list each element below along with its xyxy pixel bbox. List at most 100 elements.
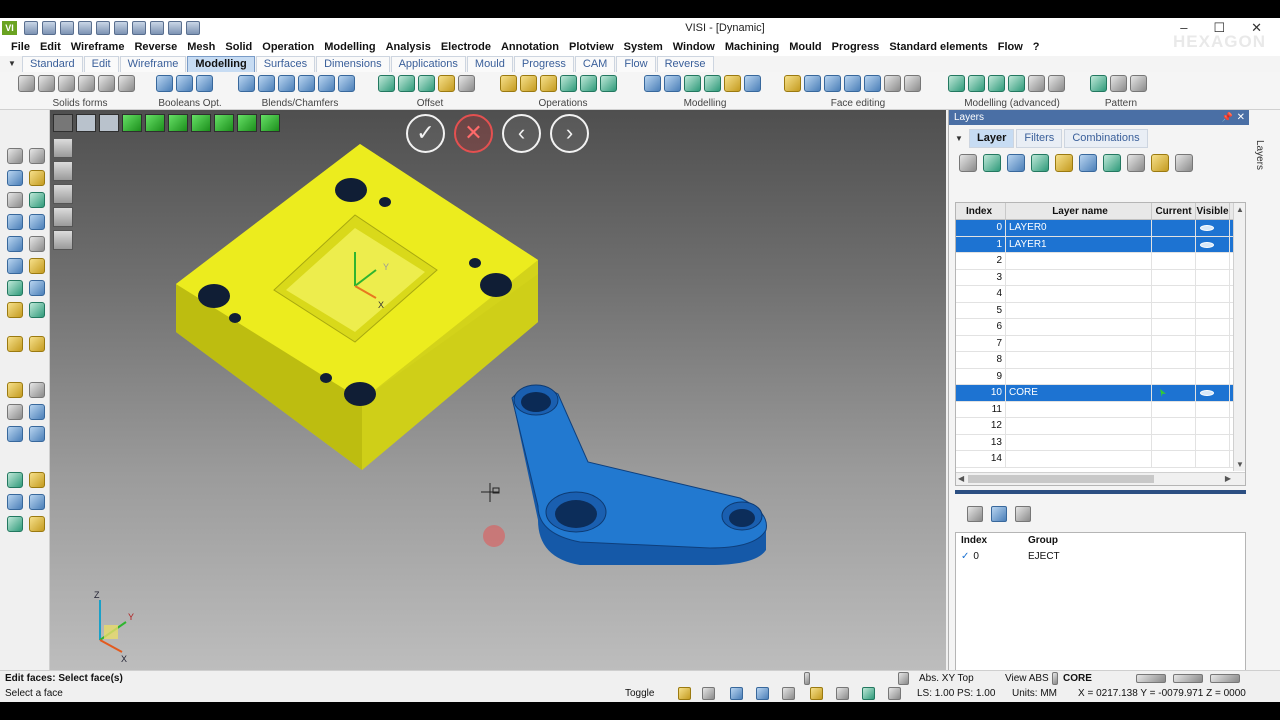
check-icon[interactable]: ✓ (961, 551, 969, 562)
menu-solid[interactable]: Solid (220, 39, 257, 56)
layer-visible-cell[interactable] (1196, 401, 1230, 417)
question-icon[interactable] (7, 258, 23, 274)
tab-dropdown-icon[interactable]: ▼ (8, 56, 22, 72)
pin-solid-icon[interactable] (29, 472, 45, 488)
layer-row[interactable]: 5 (956, 302, 1245, 319)
trim-icon[interactable] (29, 148, 45, 164)
panel-splitter[interactable] (955, 490, 1246, 494)
transform-icon[interactable] (29, 494, 45, 510)
tab-mould[interactable]: Mould (466, 56, 513, 72)
view-search-icon[interactable] (898, 672, 909, 685)
col-visible[interactable]: Visible (1196, 203, 1230, 219)
move-face-icon[interactable] (644, 75, 661, 92)
edge-blend-icon[interactable] (298, 75, 315, 92)
group-edit-icon[interactable] (991, 506, 1007, 522)
smiley-icon[interactable] (7, 382, 23, 398)
taper-icon[interactable] (580, 75, 597, 92)
menu-mesh[interactable]: Mesh (182, 39, 220, 56)
linear-pattern-icon[interactable] (1090, 75, 1107, 92)
group-delete-icon[interactable] (1015, 506, 1031, 522)
menu-modelling[interactable]: Modelling (319, 39, 380, 56)
menu-flow[interactable]: Flow (993, 39, 1028, 56)
layer-row[interactable]: 11 (956, 401, 1245, 418)
grid-icon[interactable] (7, 192, 23, 208)
tab-cam[interactable]: CAM (574, 56, 616, 72)
boolean-intersect-icon[interactable] (196, 75, 213, 92)
cube-icon[interactable] (29, 236, 45, 252)
cylinder-icon[interactable] (38, 75, 55, 92)
menu-mould[interactable]: Mould (784, 39, 826, 56)
face-extend-icon[interactable] (824, 75, 841, 92)
layer-move-icon[interactable] (1079, 154, 1097, 172)
help-query-icon[interactable] (756, 687, 769, 700)
layer-row[interactable]: 10 CORE (956, 385, 1245, 402)
menu-progress[interactable]: Progress (827, 39, 885, 56)
tab-applications[interactable]: Applications (390, 56, 466, 72)
layer-row[interactable]: 7 (956, 335, 1245, 352)
boolean-add-icon[interactable] (156, 75, 173, 92)
col-group-name[interactable]: Group (1028, 533, 1228, 549)
layer-row[interactable]: 1 LAYER1 (956, 236, 1245, 253)
layer-row[interactable]: 9 (956, 368, 1245, 385)
layer-visible-cell[interactable] (1196, 302, 1230, 318)
menu-window[interactable]: Window (668, 39, 720, 56)
box-icon[interactable] (18, 75, 35, 92)
menu-annotation[interactable]: Annotation (496, 39, 564, 56)
colors-icon[interactable] (7, 516, 23, 532)
layer-table-hscroll[interactable]: ◀ ▶ (956, 472, 1245, 485)
layer-row[interactable]: 2 (956, 253, 1245, 270)
multi-cube-icon[interactable] (7, 426, 23, 442)
grid-snap-icon[interactable] (730, 687, 743, 700)
tab-filters[interactable]: Filters (1016, 129, 1063, 148)
sweep-icon[interactable] (540, 75, 557, 92)
layer-visible-cell[interactable] (1196, 352, 1230, 368)
layer-visible-cell[interactable] (1196, 385, 1230, 401)
mould-plate-part[interactable]: X Y (176, 144, 538, 470)
layer-row[interactable]: 8 (956, 352, 1245, 369)
face-blend-icon[interactable] (338, 75, 355, 92)
layer-export-icon[interactable] (1175, 154, 1193, 172)
circular-pattern-icon[interactable] (1110, 75, 1127, 92)
boolean-subtract-icon[interactable] (176, 75, 193, 92)
layer-visible-cell[interactable] (1196, 368, 1230, 384)
layer-visible-cell[interactable] (1196, 253, 1230, 269)
torus-icon[interactable] (98, 75, 115, 92)
layer-visible-cell[interactable] (1196, 269, 1230, 285)
layer-row[interactable]: 14 (956, 451, 1245, 468)
loft-icon[interactable] (560, 75, 577, 92)
layer-current-cell[interactable] (1152, 253, 1196, 269)
tools-icon[interactable] (782, 687, 795, 700)
menu-file[interactable]: File (6, 39, 35, 56)
glasses-icon[interactable] (29, 336, 45, 352)
layer-icon[interactable] (29, 302, 45, 318)
tab-modelling[interactable]: Modelling (187, 56, 255, 72)
panel-dropdown-icon[interactable]: ▼ (955, 134, 969, 143)
layer-row[interactable]: 6 (956, 319, 1245, 336)
3d-viewport[interactable]: ✓ ✕ ‹ › X Y Z Y X (50, 110, 946, 670)
group-row[interactable]: ✓ 0 EJECT (956, 549, 1245, 565)
menu-plotview[interactable]: Plotview (564, 39, 619, 56)
offset-face-icon[interactable] (378, 75, 395, 92)
view-name-label[interactable]: Abs. XY Top (919, 673, 974, 684)
replace-face-icon[interactable] (684, 75, 701, 92)
menu-system[interactable]: System (619, 39, 668, 56)
menu-operation[interactable]: Operation (257, 39, 319, 56)
units-label[interactable]: Units: MM (1012, 688, 1057, 699)
toggle-button[interactable]: Toggle (625, 688, 654, 699)
face-delete-icon[interactable] (884, 75, 901, 92)
layer-current-cell[interactable] (1152, 418, 1196, 434)
variable-blend-icon[interactable] (258, 75, 275, 92)
face-offset-icon[interactable] (804, 75, 821, 92)
layer-visible-cell[interactable] (1196, 434, 1230, 450)
rib-icon[interactable] (1008, 75, 1025, 92)
col-group-index[interactable]: Index (956, 533, 1028, 549)
snap-icon[interactable] (678, 687, 691, 700)
regen-icon[interactable] (862, 687, 875, 700)
col-layer-name[interactable]: Layer name (1006, 203, 1152, 219)
layer-tree-icon[interactable] (1151, 154, 1169, 172)
boss-icon[interactable] (1048, 75, 1065, 92)
group-new-icon[interactable] (967, 506, 983, 522)
tab-progress[interactable]: Progress (513, 56, 574, 72)
layer-row[interactable]: 0 LAYER0 (956, 220, 1245, 237)
lever-part[interactable] (511, 384, 767, 565)
